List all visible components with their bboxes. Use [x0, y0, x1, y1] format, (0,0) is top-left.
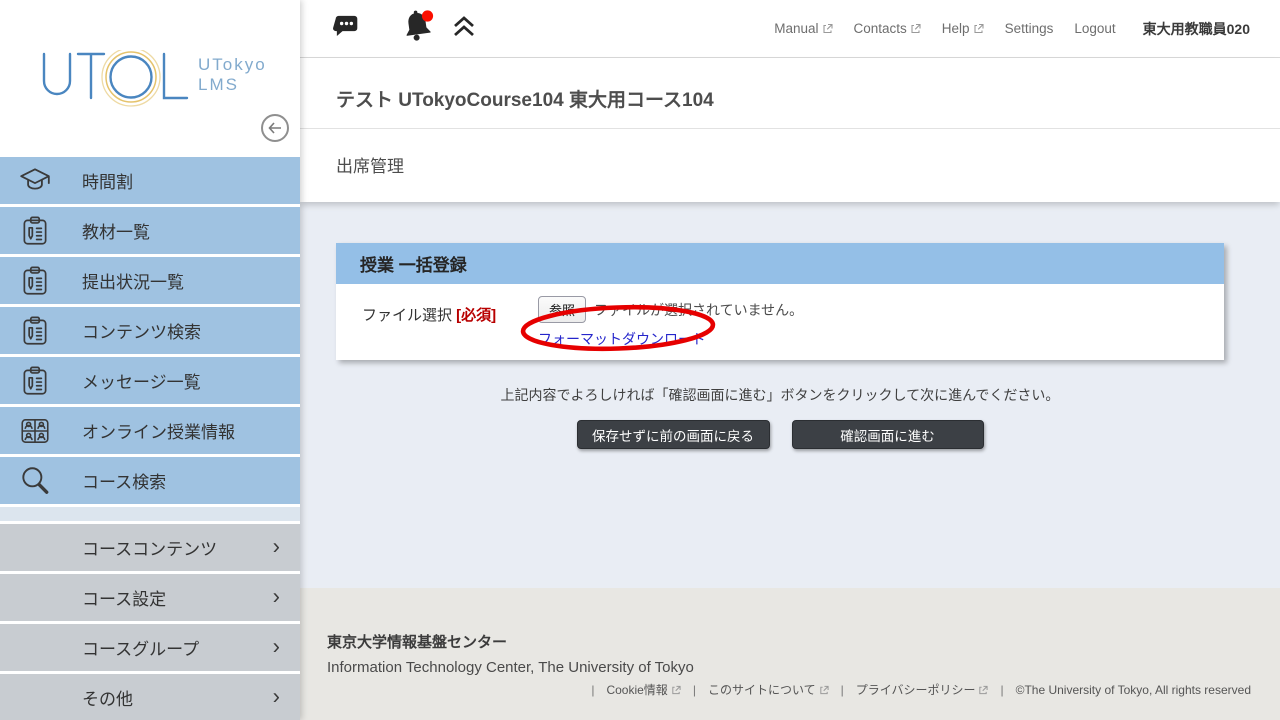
page-header: テスト UTokyoCourse104 東大用コース104 出席管理 [300, 58, 1280, 202]
panel-header: 授業 一括登録 [336, 243, 1224, 284]
external-link-icon [671, 685, 681, 695]
footer-separator [996, 683, 1007, 697]
no-file-selected-text: ファイルが選択されていません。 [594, 300, 803, 320]
sidebar-item-label: 教材一覧 [82, 218, 150, 243]
manual-label: Manual [774, 21, 818, 36]
external-link-icon [822, 23, 833, 34]
settings-link[interactable]: Settings [1005, 21, 1054, 36]
external-link-icon [978, 685, 988, 695]
sidebar-item-messages[interactable]: メッセージ一覧 [0, 357, 300, 404]
panel-body: ファイル選択 [必須] 参照 ファイルが選択されていません。 フォーマットダウン… [336, 284, 1224, 360]
arrow-left-icon [267, 120, 283, 136]
contacts-link[interactable]: Contacts [854, 21, 921, 36]
cookie-info-label: Cookie情報 [606, 681, 667, 698]
footer-separator [837, 683, 848, 697]
back-without-saving-button[interactable]: 保存せずに前の画面に戻る [577, 420, 770, 449]
topbar-links: Manual Contacts Help Se [774, 19, 1280, 39]
sidebar-item-others[interactable]: その他 › [0, 674, 300, 720]
search-icon [18, 464, 52, 498]
collapse-topbar-icon[interactable] [452, 15, 476, 43]
chevron-right-icon: › [273, 683, 280, 709]
sidebar-item-online-class-info[interactable]: オンライン授業情報 [0, 407, 300, 454]
sidebar-item-submission-status[interactable]: 提出状況一覧 [0, 257, 300, 304]
sidebar-item-label: コースグループ [82, 635, 199, 660]
external-link-icon [819, 685, 829, 695]
external-link-icon [973, 23, 984, 34]
topbar: Manual Contacts Help Se [300, 0, 1280, 58]
logout-link[interactable]: Logout [1074, 21, 1115, 36]
sidebar-item-label: コース検索 [82, 468, 166, 493]
sidebar-item-timetable[interactable]: 時間割 [0, 157, 300, 204]
contacts-label: Contacts [854, 21, 907, 36]
sidebar-item-course-contents[interactable]: コースコンテンツ › [0, 524, 300, 571]
chevron-right-icon: › [273, 533, 280, 559]
sidebar-main-nav: 時間割 教材一覧 提出状況一覧 [0, 157, 300, 504]
footer-org-en: Information Technology Center, The Unive… [327, 659, 1251, 676]
about-site-link[interactable]: このサイトについて [708, 681, 829, 698]
clipboard-icon [18, 364, 52, 398]
sidebar-item-course-settings[interactable]: コース設定 › [0, 574, 300, 621]
sidebar-item-label: コンテンツ検索 [82, 318, 201, 343]
notifications-bell-icon[interactable] [401, 8, 435, 49]
sidebar-item-materials[interactable]: 教材一覧 [0, 207, 300, 254]
clipboard-icon [18, 264, 52, 298]
sidebar-item-label: メッセージ一覧 [82, 368, 201, 393]
file-select-control: 参照 ファイルが選択されていません。 フォーマットダウンロード [538, 296, 803, 349]
sidebar-divider-band [0, 507, 300, 521]
page-title: 出席管理 [300, 129, 1280, 202]
file-select-label-text: ファイル選択 [362, 307, 456, 324]
logo-subtitle: UTokyo LMS [198, 55, 267, 95]
action-buttons: 保存せずに前の画面に戻る 確認画面に進む [336, 420, 1224, 449]
about-site-label: このサイトについて [708, 681, 816, 698]
help-label: Help [942, 21, 970, 36]
instruction-text: 上記内容でよろしければ「確認画面に進む」ボタンをクリックして次に進んでください。 [336, 385, 1224, 405]
content-area: 授業 一括登録 ファイル選択 [必須] 参照 ファイルが選択されていません。 フ… [300, 202, 1280, 588]
footer: 東京大学情報基盤センター Information Technology Cent… [300, 588, 1280, 720]
main-area: Manual Contacts Help Se [300, 0, 1280, 720]
chevron-right-icon: › [273, 583, 280, 609]
course-title: テスト UTokyoCourse104 東大用コース104 [300, 58, 1280, 128]
help-link[interactable]: Help [942, 21, 984, 36]
sidebar-course-nav: コースコンテンツ › コース設定 › コースグループ › その他 › [0, 524, 300, 720]
clipboard-icon [18, 314, 52, 348]
messages-icon[interactable] [333, 13, 360, 44]
graduation-cap-icon [18, 164, 52, 198]
bulk-register-panel: 授業 一括登録 ファイル選択 [必須] 参照 ファイルが選択されていません。 フ… [336, 243, 1224, 360]
sidebar-item-label: コース設定 [82, 585, 166, 610]
footer-links: Cookie情報 このサイトについて プライバシーポリシー [327, 681, 1251, 698]
logo-area: UTokyo LMS [0, 0, 300, 157]
sidebar-item-label: コースコンテンツ [82, 535, 217, 560]
sidebar-item-label: 提出状況一覧 [82, 268, 184, 293]
sidebar-item-course-search[interactable]: コース検索 [0, 457, 300, 504]
sidebar-item-content-search[interactable]: コンテンツ検索 [0, 307, 300, 354]
manual-link[interactable]: Manual [774, 21, 832, 36]
topbar-icon-group [333, 8, 476, 49]
sidebar-item-label: その他 [82, 685, 133, 710]
copyright-text: ©The University of Tokyo, All rights res… [1016, 683, 1251, 697]
online-class-icon [18, 414, 52, 448]
footer-org-ja: 東京大学情報基盤センター [327, 631, 1251, 652]
footer-separator [587, 683, 598, 697]
sidebar-collapse-button[interactable] [261, 114, 289, 142]
privacy-policy-link[interactable]: プライバシーポリシー [856, 681, 989, 698]
sidebar: UTokyo LMS 時間割 [0, 0, 300, 720]
proceed-to-confirm-button[interactable]: 確認画面に進む [792, 420, 984, 449]
chevron-right-icon: › [273, 633, 280, 659]
privacy-policy-label: プライバシーポリシー [856, 681, 976, 698]
sidebar-item-label: オンライン授業情報 [82, 418, 235, 443]
file-select-label: ファイル選択 [必須] [362, 296, 538, 349]
sidebar-item-course-group[interactable]: コースグループ › [0, 624, 300, 671]
format-download-link[interactable]: フォーマットダウンロード [538, 329, 706, 349]
utol-logo-icon[interactable] [38, 50, 190, 108]
notification-dot [422, 10, 433, 21]
required-badge: [必須] [456, 307, 496, 324]
browse-file-button[interactable]: 参照 [538, 296, 586, 323]
sidebar-item-label: 時間割 [82, 168, 133, 193]
clipboard-icon [18, 214, 52, 248]
footer-separator [689, 683, 700, 697]
username: 東大用教職員020 [1143, 19, 1250, 39]
external-link-icon [910, 23, 921, 34]
cookie-info-link[interactable]: Cookie情報 [606, 681, 680, 698]
